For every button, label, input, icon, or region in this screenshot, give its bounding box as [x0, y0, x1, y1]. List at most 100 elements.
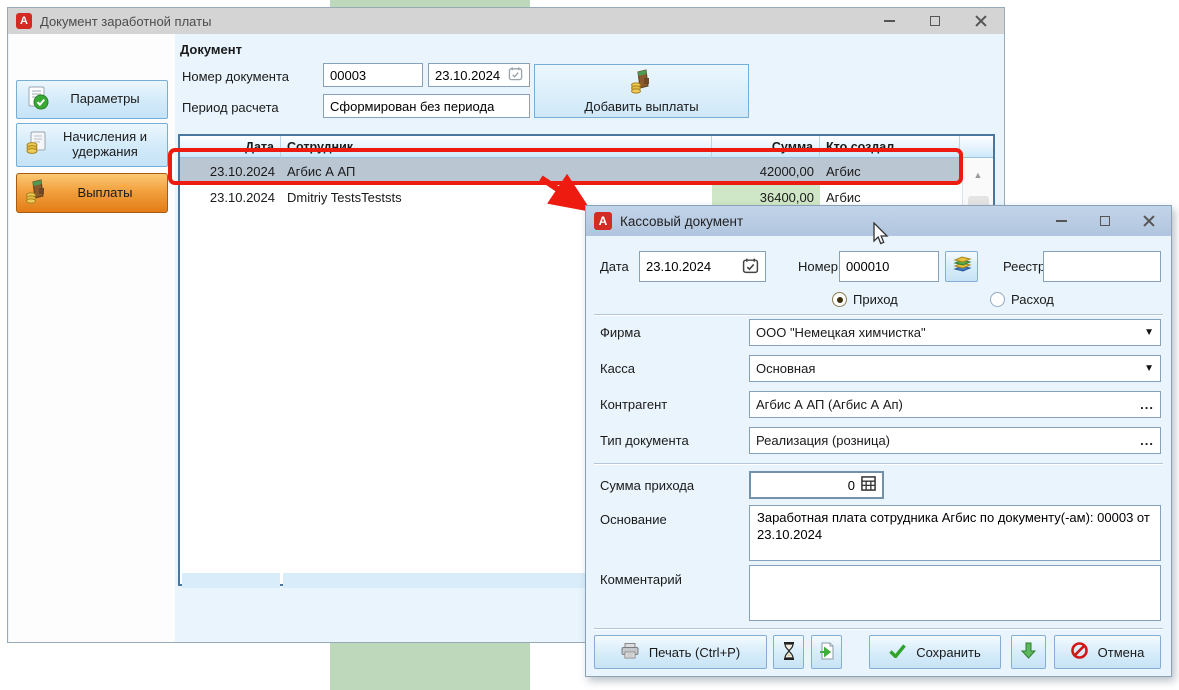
period-label: Период расчета [182, 100, 279, 115]
print-label: Печать (Ctrl+P) [649, 645, 740, 660]
calendar-icon[interactable] [508, 66, 523, 84]
hourglass-button[interactable] [773, 635, 804, 669]
doc-date-input[interactable] [435, 68, 507, 83]
doc-number-label: Номер документа [182, 69, 289, 84]
maximize-icon [1100, 216, 1110, 226]
column-header-spacer [960, 136, 993, 158]
dialog-number-label: Номер [798, 259, 838, 274]
cell-date: 23.10.2024 [180, 184, 281, 210]
printer-icon [621, 643, 639, 662]
minimize-icon [1056, 220, 1067, 222]
hourglass-icon [782, 642, 796, 663]
dialog-date-field-wrap [639, 251, 766, 282]
sidebar-item-label: Выплаты [52, 186, 133, 201]
doctype-label: Тип документа [600, 433, 689, 448]
main-window-titlebar: А Документ заработной платы [8, 8, 1004, 34]
wallet-coins-icon [24, 178, 50, 208]
save-button[interactable]: Сохранить [869, 635, 1001, 669]
no-entry-icon [1071, 642, 1088, 662]
counterparty-value: Агбис А АП (Агбис А Ап) [756, 397, 903, 412]
registry-label: Реестр [1003, 259, 1045, 274]
chevron-down-icon[interactable]: ▼ [1144, 327, 1154, 338]
minimize-button[interactable] [866, 8, 912, 34]
doc-number-input[interactable] [330, 68, 416, 83]
registry-input[interactable] [1050, 259, 1154, 274]
separator [594, 463, 1163, 465]
firm-value: ООО "Немецкая химчистка" [756, 325, 926, 340]
cashbox-value: Основная [756, 361, 815, 376]
ellipsis-button[interactable]: ... [1140, 437, 1154, 445]
export-document-button[interactable] [811, 635, 842, 669]
close-button[interactable] [958, 8, 1004, 34]
separator [594, 628, 1163, 630]
minimize-icon [884, 20, 895, 22]
doctype-field[interactable]: Реализация (розница) ... [749, 427, 1161, 454]
dialog-title: Кассовый документ [620, 214, 743, 229]
separator [594, 314, 1163, 316]
amount-label: Сумма прихода [600, 478, 694, 493]
document-check-icon [24, 85, 50, 115]
app-logo-icon: А [16, 13, 32, 29]
period-input[interactable] [330, 99, 523, 114]
counterparty-field[interactable]: Агбис А АП (Агбис А Ап) ... [749, 391, 1161, 418]
amount-input[interactable] [757, 478, 855, 493]
add-payments-label: Добавить выплаты [584, 99, 698, 114]
number-registry-button[interactable] [945, 251, 978, 282]
dialog-date-input[interactable] [646, 259, 726, 274]
ellipsis-button[interactable]: ... [1140, 401, 1154, 409]
dialog-maximize-button[interactable] [1083, 206, 1127, 236]
radio-income[interactable]: Приход [832, 292, 898, 307]
radio-expense[interactable]: Расход [990, 292, 1054, 307]
check-icon [889, 644, 906, 661]
dialog-number-field-wrap [839, 251, 939, 282]
radio-income-label: Приход [853, 292, 898, 307]
doc-date-field-wrap [428, 63, 530, 87]
cancel-button[interactable]: Отмена [1054, 635, 1161, 669]
add-payments-button[interactable]: Добавить выплаты [534, 64, 749, 118]
main-window-title: Документ заработной платы [40, 14, 211, 29]
sidebar-item-label: Параметры [44, 92, 139, 107]
comment-label: Комментарий [600, 572, 682, 587]
print-button[interactable]: Печать (Ctrl+P) [594, 635, 767, 669]
period-field-wrap [323, 94, 530, 118]
sidebar-item-parameters[interactable]: Параметры [16, 80, 168, 119]
dialog-date-label: Дата [600, 259, 629, 274]
firm-combobox[interactable]: ООО "Немецкая химчистка" ▼ [749, 319, 1161, 346]
scroll-up-icon[interactable]: ▲ [963, 170, 993, 180]
cancel-label: Отмена [1098, 645, 1145, 660]
dialog-close-button[interactable] [1127, 206, 1171, 236]
radio-unselected-icon [990, 292, 1005, 307]
dialog-number-input[interactable] [846, 259, 932, 274]
sidebar: Параметры Начисления и удержания Выплаты [9, 34, 175, 642]
doctype-value: Реализация (розница) [756, 433, 890, 448]
calendar-icon[interactable] [742, 257, 759, 277]
down-arrow-icon [1021, 642, 1036, 662]
dialog-titlebar: А Кассовый документ [586, 206, 1171, 236]
close-icon [1143, 215, 1155, 227]
doc-number-field-wrap [323, 63, 423, 87]
download-payment-button[interactable] [1011, 635, 1046, 669]
counterparty-label: Контрагент [600, 397, 667, 412]
close-icon [975, 15, 987, 27]
chevron-down-icon[interactable]: ▼ [1144, 363, 1154, 374]
cashbox-combobox[interactable]: Основная ▼ [749, 355, 1161, 382]
maximize-icon [930, 16, 940, 26]
maximize-button[interactable] [912, 8, 958, 34]
radio-expense-label: Расход [1011, 292, 1054, 307]
app-logo-icon: А [594, 212, 612, 230]
comment-textarea[interactable] [749, 565, 1161, 621]
cash-document-dialog: А Кассовый документ Дата Номер Реестр Пр… [585, 205, 1172, 677]
books-stack-icon [952, 256, 972, 277]
wallet-coins-icon [629, 68, 655, 97]
cashbox-label: Касса [600, 361, 635, 376]
radio-selected-icon [832, 292, 847, 307]
document-arrow-icon [819, 642, 835, 663]
calculator-icon[interactable] [861, 476, 876, 494]
dialog-minimize-button[interactable] [1039, 206, 1083, 236]
registry-field-wrap [1043, 251, 1161, 282]
document-coins-icon [24, 130, 50, 160]
sidebar-item-payments[interactable]: Выплаты [16, 173, 168, 213]
sidebar-item-accruals[interactable]: Начисления и удержания [16, 123, 168, 167]
firm-label: Фирма [600, 325, 641, 340]
basis-textarea[interactable]: Заработная плата сотрудника Агбис по док… [749, 505, 1161, 561]
